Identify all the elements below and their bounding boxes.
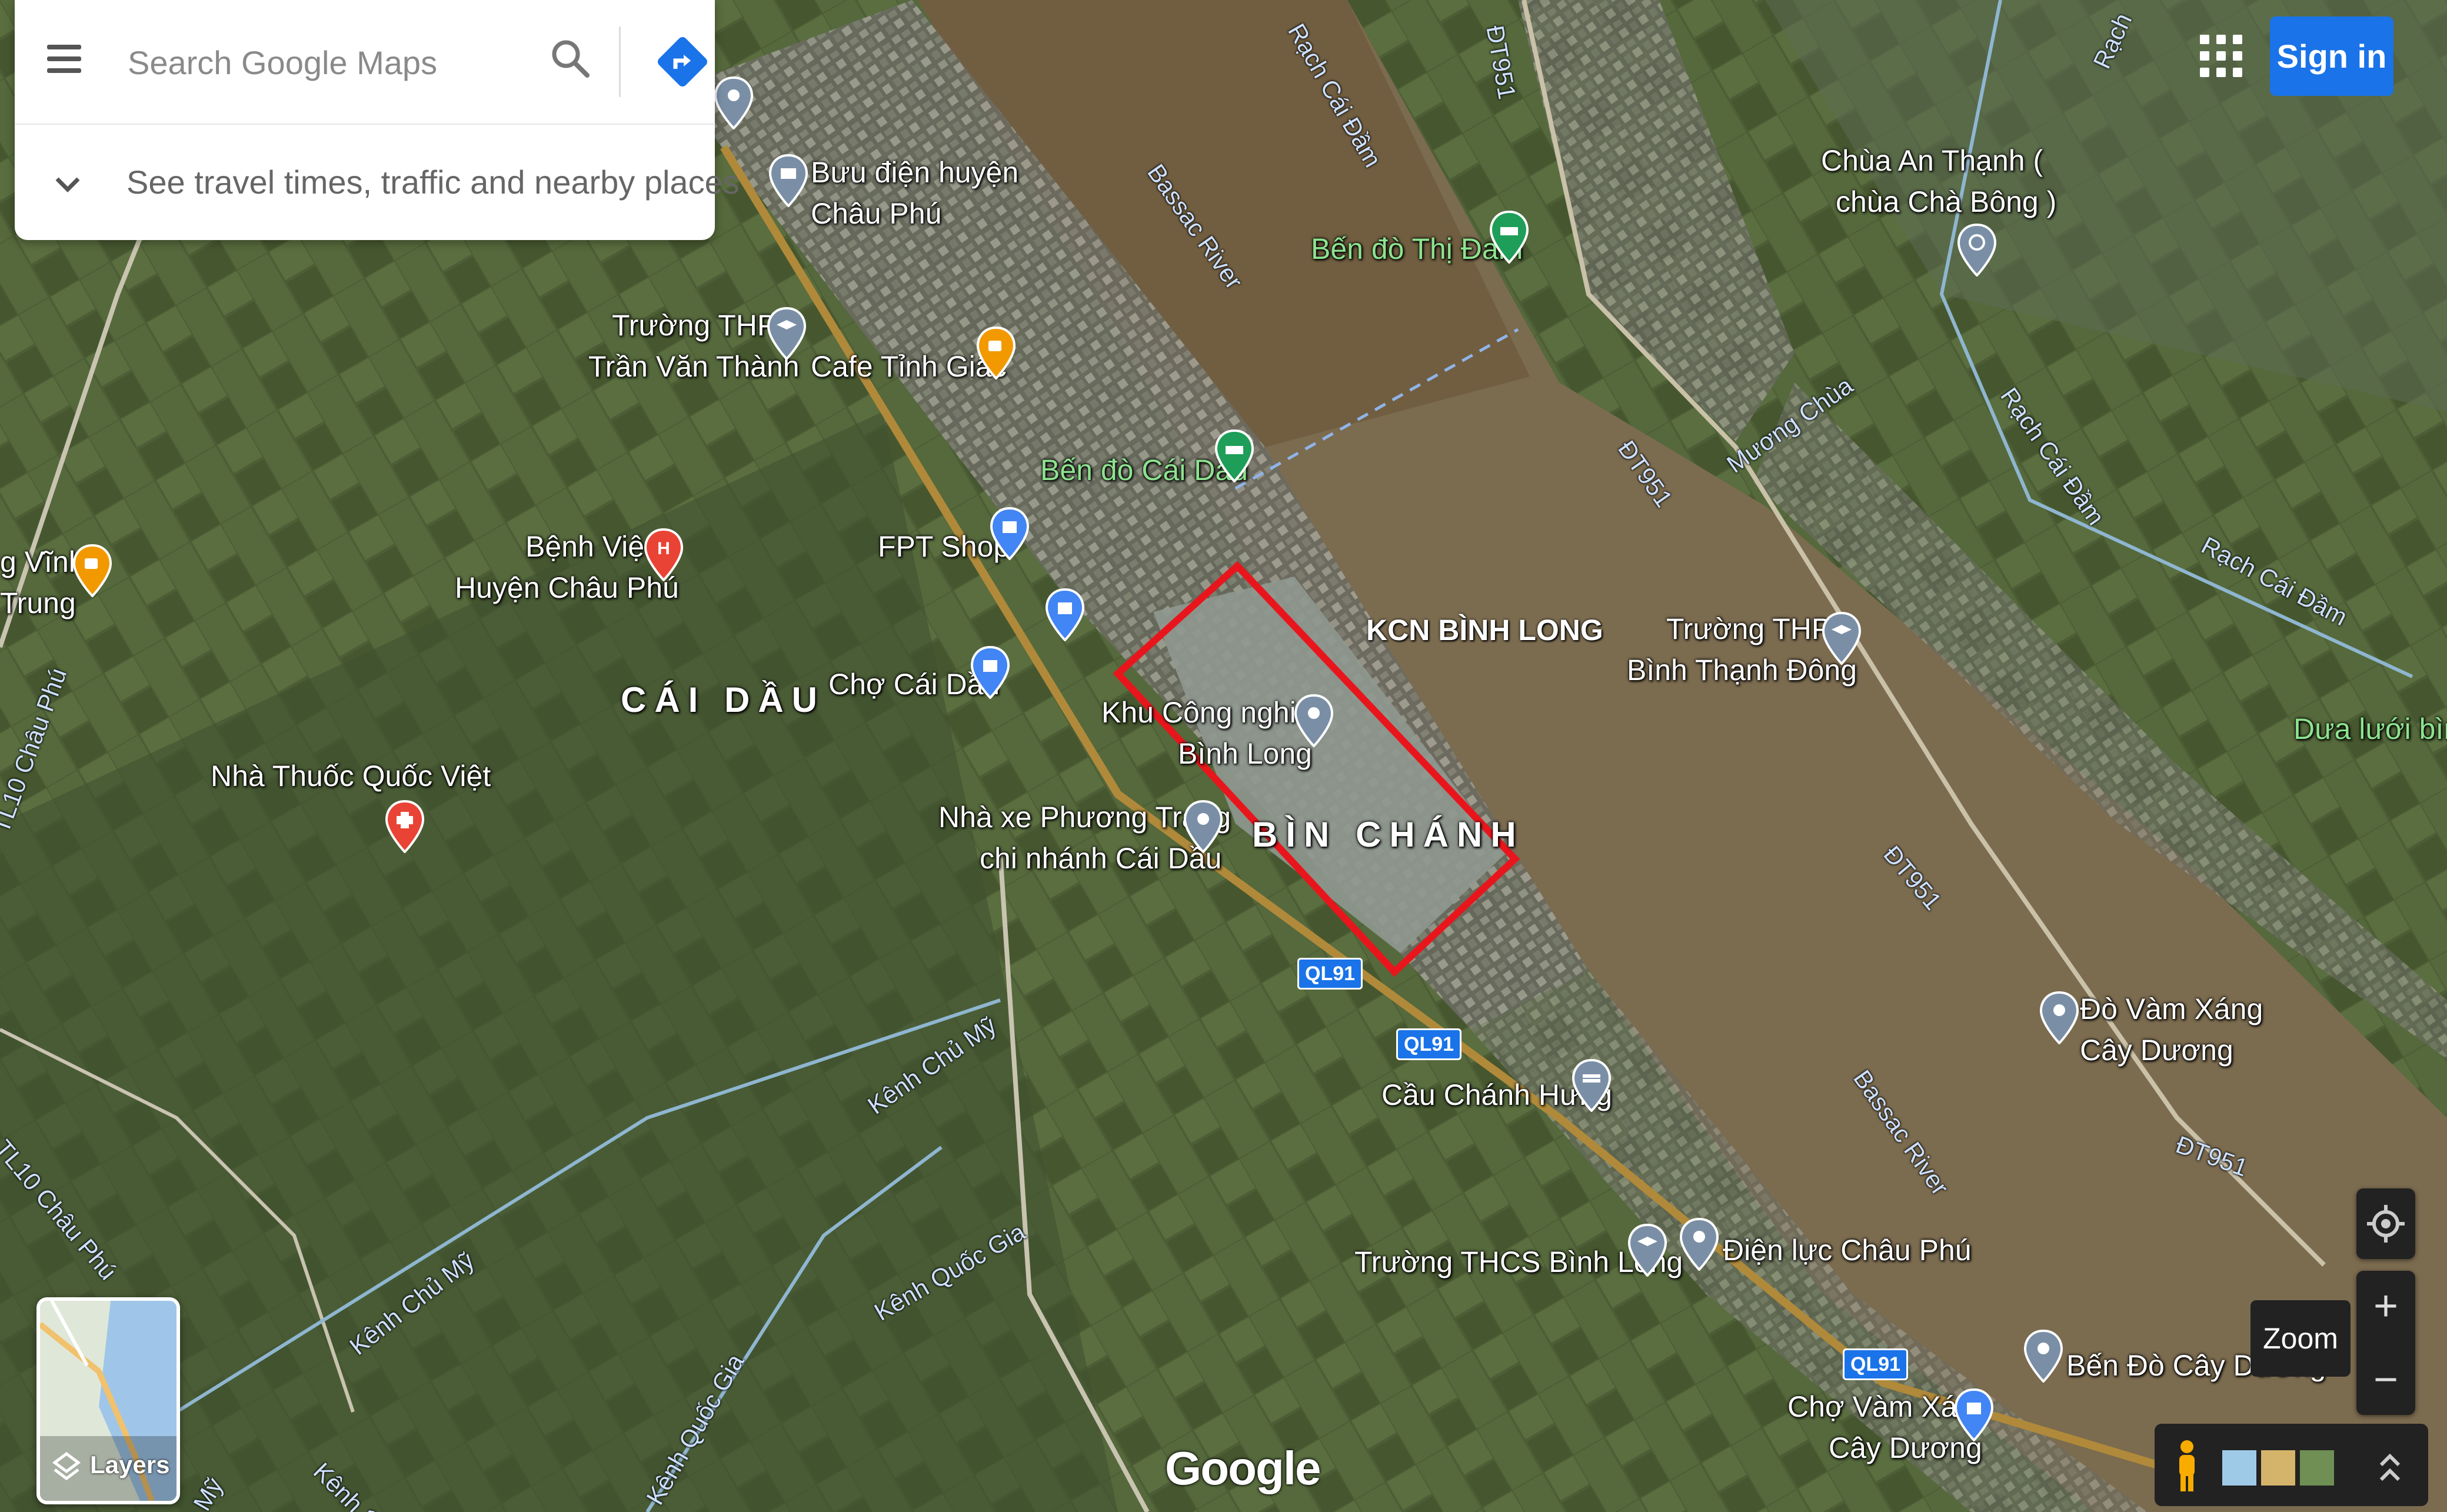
- place-pin-icon[interactable]: [1679, 1218, 1720, 1271]
- shop-pin-icon[interactable]: [1044, 588, 1086, 641]
- zoom-out-button[interactable]: −: [2356, 1344, 2415, 1415]
- place-label[interactable]: Dưa lưới bình: [2293, 708, 2447, 750]
- hospital-pin-icon[interactable]: H: [643, 528, 684, 581]
- highway-shield: QL91: [1396, 1028, 1462, 1060]
- chevron-up-icon[interactable]: [2372, 1444, 2408, 1491]
- pharmacy-pin-icon[interactable]: [384, 800, 425, 853]
- sign-in-button[interactable]: Sign in: [2270, 16, 2393, 96]
- place-pin-icon[interactable]: [1293, 694, 1334, 747]
- temple-pin-icon[interactable]: [1956, 224, 1997, 277]
- pegman-icon[interactable]: [2166, 1438, 2208, 1494]
- district-label: BÌN CHÁNH: [1252, 815, 1524, 854]
- directions-icon[interactable]: [653, 32, 712, 91]
- hamburger-menu-icon[interactable]: [47, 41, 82, 76]
- place-label[interactable]: Đò Vàm Xáng: [2080, 988, 2263, 1030]
- district-label: CÁI DẦU: [621, 680, 825, 720]
- place-label[interactable]: chùa Chà Bông ): [1836, 181, 2056, 222]
- chevron-down-icon: [55, 177, 80, 192]
- ferry-pin-icon[interactable]: [1489, 211, 1530, 264]
- school-pin-icon[interactable]: [1821, 612, 1862, 665]
- street-view-bar: [2155, 1424, 2428, 1506]
- place-pin-icon[interactable]: [2023, 1330, 2064, 1383]
- cafe-pin-icon[interactable]: [72, 544, 113, 597]
- place-label[interactable]: Châu Phú: [811, 193, 941, 234]
- place-pin-icon[interactable]: [713, 76, 754, 129]
- highway-shield: QL91: [1843, 1348, 1909, 1380]
- bridge-pin-icon[interactable]: [1571, 1059, 1612, 1112]
- shop-pin-icon[interactable]: [989, 507, 1030, 560]
- place-label[interactable]: Điện lực Châu Phú: [1723, 1230, 1972, 1271]
- place-label[interactable]: Trung: [0, 582, 76, 624]
- place-pin-icon[interactable]: [2039, 991, 2080, 1044]
- search-icon[interactable]: [547, 35, 594, 82]
- zoom-control: + −: [2356, 1271, 2415, 1415]
- market-pin-icon[interactable]: [970, 646, 1011, 699]
- school-pin-icon[interactable]: [766, 307, 807, 360]
- place-label[interactable]: Bưu điện huyện: [811, 152, 1018, 193]
- travel-times-text: See travel times, traffic and nearby pla…: [126, 164, 740, 201]
- place-label[interactable]: Bệnh Viện: [525, 526, 661, 567]
- highway-shield: QL91: [1297, 958, 1363, 990]
- travel-times-row[interactable]: See travel times, traffic and nearby pla…: [15, 125, 740, 240]
- school-pin-icon[interactable]: [1627, 1224, 1668, 1277]
- zoom-in-button[interactable]: +: [2356, 1271, 2415, 1341]
- place-label[interactable]: Cây Dương: [2080, 1030, 2233, 1071]
- my-location-button[interactable]: [2356, 1188, 2415, 1259]
- place-label[interactable]: Chùa An Thạnh (: [1821, 140, 2043, 181]
- svg-text:H: H: [657, 539, 670, 558]
- zoom-tooltip: Zoom: [2250, 1300, 2351, 1377]
- place-pin-icon[interactable]: [1183, 800, 1224, 853]
- google-logo: Google: [1165, 1442, 1321, 1494]
- market-pin-icon[interactable]: [1953, 1388, 1995, 1441]
- divider: [619, 26, 621, 97]
- place-label[interactable]: Nhà Thuốc Quốc Việt: [211, 755, 491, 797]
- search-input[interactable]: [126, 32, 541, 92]
- ferry-pin-icon[interactable]: [1214, 429, 1255, 482]
- annotation-label: KCN BÌNH LONG: [1366, 614, 1603, 647]
- layers-button[interactable]: Layers: [36, 1297, 180, 1504]
- my-location-icon: [2367, 1205, 2405, 1243]
- search-box: [15, 0, 715, 125]
- imagery-thumbnails[interactable]: [2222, 1447, 2334, 1488]
- cafe-pin-icon[interactable]: [976, 327, 1017, 379]
- post-office-pin-icon[interactable]: [768, 154, 809, 207]
- layers-label: Layers: [90, 1451, 170, 1478]
- apps-grid-icon[interactable]: [2198, 32, 2245, 79]
- place-label[interactable]: Bình Long: [1178, 733, 1312, 774]
- search-panel: See travel times, traffic and nearby pla…: [15, 0, 740, 240]
- layers-icon: [52, 1451, 81, 1481]
